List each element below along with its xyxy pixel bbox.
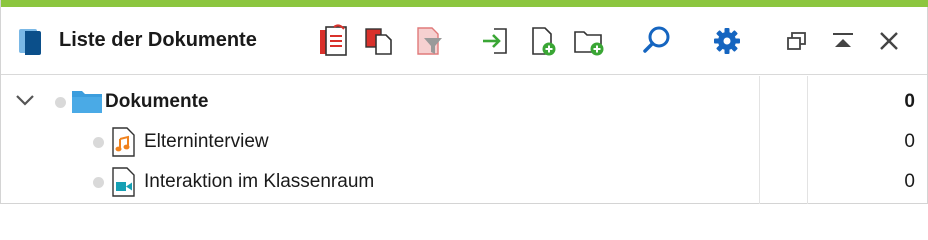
close-icon: [875, 27, 903, 55]
toolbar: Liste der Dokumente: [1, 7, 927, 75]
new-folder-button[interactable]: [571, 23, 607, 59]
collapse-icon: [829, 27, 857, 55]
document-list-icon: [316, 24, 350, 58]
panel-title: Liste der Dokumente: [59, 29, 257, 51]
new-document-button[interactable]: [525, 23, 561, 59]
copy-documents-icon: [362, 24, 396, 58]
import-button[interactable]: [477, 23, 513, 59]
new-folder-icon: [571, 24, 607, 58]
status-dot: [93, 137, 104, 148]
tree-root-count: 0: [904, 91, 915, 112]
status-dot: [93, 177, 104, 188]
tree-item-row[interactable]: Interaktion im Klassenraum 0: [1, 162, 927, 202]
tree-item-label: Interaktion im Klassenraum: [144, 171, 375, 192]
document-list-button[interactable]: [315, 23, 351, 59]
audio-document-icon: [111, 127, 137, 162]
collapse-button[interactable]: [825, 23, 861, 59]
documents-stack-icon: [17, 27, 49, 57]
search-icon: [640, 24, 674, 58]
filter-button[interactable]: [411, 23, 447, 59]
settings-button[interactable]: [709, 23, 745, 59]
chevron-down-icon[interactable]: [15, 94, 35, 113]
copy-documents-button[interactable]: [361, 23, 397, 59]
status-dot: [55, 97, 66, 108]
search-button[interactable]: [639, 23, 675, 59]
tree-item-row[interactable]: Elterninterview 0: [1, 122, 927, 162]
document-list-panel: Liste der Dokumente Dokumente 0 Elternin…: [0, 0, 928, 204]
folder-icon: [71, 88, 103, 119]
tree-item-label: Elterninterview: [144, 131, 269, 152]
tree-item-count: 0: [904, 131, 915, 152]
accent-bar: [1, 0, 928, 7]
tree-root-row[interactable]: Dokumente 0: [1, 82, 927, 122]
document-tree: Dokumente 0 Elterninterview 0 Interaktio…: [1, 76, 927, 204]
undock-window-icon: [783, 27, 811, 55]
tree-root-label: Dokumente: [105, 91, 209, 112]
undock-window-button[interactable]: [779, 23, 815, 59]
filter-icon: [412, 24, 446, 58]
tree-item-count: 0: [904, 171, 915, 192]
import-icon: [478, 24, 512, 58]
video-document-icon: [111, 167, 137, 202]
settings-gear-icon: [710, 24, 744, 58]
new-document-icon: [526, 24, 560, 58]
close-button[interactable]: [871, 23, 907, 59]
